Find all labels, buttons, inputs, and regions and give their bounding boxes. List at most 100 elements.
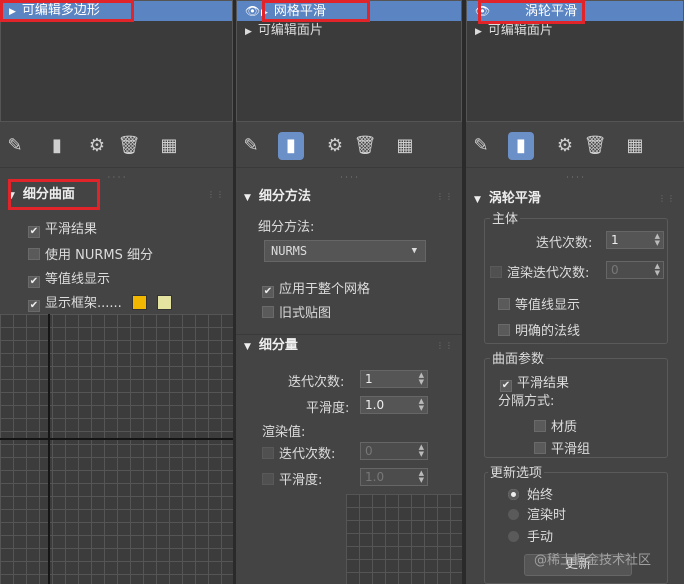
checkbox-icon bbox=[262, 447, 274, 459]
highlight-box bbox=[0, 0, 134, 22]
smoothness-spinner[interactable]: 1.0 ▲ ▼ bbox=[360, 396, 428, 414]
render-iterations-checkbox[interactable]: 渲染迭代次数: bbox=[490, 262, 589, 281]
divider-dots: · · · · bbox=[340, 173, 358, 182]
material-checkbox[interactable]: 材质 bbox=[534, 416, 577, 435]
render-iterations-checkbox[interactable]: 迭代次数: bbox=[262, 443, 335, 462]
group-surface-label: 曲面参数 bbox=[490, 348, 547, 367]
viewport-grid[interactable] bbox=[346, 494, 462, 584]
isoline-checkbox[interactable]: ✔ 等值线显示 bbox=[28, 268, 110, 288]
make-unique-icon[interactable]: ⚙ bbox=[84, 132, 110, 160]
spinner-arrows-icon[interactable]: ▲ ▼ bbox=[419, 372, 424, 386]
rollout-subdivision-amount: ▼ 细分量 ⋮⋮ 迭代次数: 1 ▲ ▼ 平滑度: 1.0 ▲ ▼ 渲染值: 迭代次数: … bbox=[236, 334, 462, 494]
iterations-spinner[interactable]: 1 ▲ ▼ bbox=[360, 370, 428, 388]
highlight-box bbox=[478, 0, 585, 24]
watermark: @稀土掘金技术社区 bbox=[534, 553, 652, 568]
isoline-checkbox[interactable]: 等值线显示 bbox=[498, 294, 580, 313]
smooth-result-checkbox[interactable]: ✔ 平滑结果 bbox=[28, 218, 97, 238]
checkbox-icon bbox=[534, 420, 546, 432]
stack-item-editable-patch[interactable]: ▶ 可编辑面片 bbox=[467, 21, 683, 41]
cage-color-swatch-1[interactable] bbox=[131, 295, 147, 310]
pin-icon[interactable]: ✎ bbox=[238, 132, 264, 160]
grip-icon[interactable]: ⋮⋮ bbox=[207, 190, 225, 199]
checkbox-icon bbox=[28, 248, 40, 260]
make-unique-icon[interactable]: ⚙ bbox=[322, 132, 348, 160]
old-style-mapping-checkbox[interactable]: 旧式贴图 bbox=[262, 302, 331, 321]
rollout-header[interactable]: ▼ 涡轮平滑 bbox=[466, 188, 684, 210]
checkbox-icon bbox=[498, 324, 510, 336]
rollout-header[interactable]: ▼ 细分方法 bbox=[236, 186, 462, 208]
configure-icon[interactable]: ▦ bbox=[622, 132, 648, 160]
show-cage-checkbox[interactable]: ✔ 显示框架...... bbox=[28, 292, 173, 312]
chevron-down-icon: ▼ bbox=[411, 246, 417, 256]
delete-icon[interactable]: 🗑 bbox=[582, 132, 608, 160]
grip-icon[interactable]: ⋮⋮ bbox=[658, 194, 676, 203]
divider-dots: · · · · bbox=[566, 173, 584, 182]
smoothing-group-checkbox[interactable]: 平滑组 bbox=[534, 438, 590, 457]
panel-turbosmooth: 👁 涡轮平滑 ▶ 可编辑面片 ✎ ▮ ⚙ 🗑 ▦ · · · · ▼ 涡轮平滑 ⋮⋮ … bbox=[466, 0, 684, 584]
panel-editable-poly: ▶ 可编辑多边形 ✎ ▮ ⚙ 🗑 ▦ · · · · ▼ 细分曲面 ⋮⋮ ✔ 平滑结果… bbox=[0, 0, 233, 584]
expand-triangle-icon[interactable]: ▶ bbox=[475, 22, 482, 42]
iterations-label: 迭代次数: bbox=[288, 375, 345, 390]
checkbox-icon bbox=[262, 473, 274, 485]
smooth-result-checkbox[interactable]: ✔ 平滑结果 bbox=[500, 372, 569, 392]
apply-whole-mesh-checkbox[interactable]: ✔ 应用于整个网格 bbox=[262, 278, 370, 298]
render-iterations-spinner[interactable]: 0 ▲ ▼ bbox=[360, 442, 428, 460]
rollout-subdivision-method: ▼ 细分方法 ⋮⋮ 细分方法: NURMS ▼ ✔ 应用于整个网格 旧式贴图 bbox=[236, 186, 462, 332]
always-radio[interactable]: 始终 bbox=[508, 484, 553, 503]
spinner-arrows-icon[interactable]: ▲ ▼ bbox=[419, 444, 424, 458]
delete-icon[interactable]: 🗑 bbox=[116, 132, 142, 160]
when-rendering-radio[interactable]: 渲染时 bbox=[508, 504, 566, 523]
configure-icon[interactable]: ▦ bbox=[156, 132, 182, 160]
spinner-arrows-icon[interactable]: ▲ ▼ bbox=[419, 470, 424, 484]
show-end-result-icon[interactable]: ▮ bbox=[278, 132, 304, 160]
render-smoothness-spinner[interactable]: 1.0 ▲ ▼ bbox=[360, 468, 428, 486]
checkbox-icon bbox=[534, 442, 546, 454]
render-values-label: 渲染值: bbox=[262, 425, 306, 440]
spinner-arrows-icon[interactable]: ▲ ▼ bbox=[655, 263, 660, 277]
nurms-checkbox[interactable]: 使用 NURMS 细分 bbox=[28, 244, 153, 263]
configure-icon[interactable]: ▦ bbox=[392, 132, 418, 160]
render-smoothness-checkbox[interactable]: 平滑度: bbox=[262, 469, 322, 488]
stack-item-editable-patch[interactable]: ▶ 可编辑面片 bbox=[237, 21, 461, 41]
checkbox-icon bbox=[262, 306, 274, 318]
render-iterations-spinner[interactable]: 0 ▲ ▼ bbox=[606, 261, 664, 279]
iterations-label: 迭代次数: bbox=[536, 236, 593, 251]
spinner-arrows-icon[interactable]: ▲ ▼ bbox=[655, 233, 660, 247]
pin-icon[interactable]: ✎ bbox=[468, 132, 494, 160]
manually-radio[interactable]: 手动 bbox=[508, 526, 553, 545]
stack-toolbar: ✎ ▮ ⚙ 🗑 ▦ bbox=[466, 124, 684, 168]
check-icon: ✔ bbox=[28, 226, 40, 238]
radio-icon bbox=[508, 531, 519, 542]
checkbox-icon bbox=[490, 266, 502, 278]
check-icon: ✔ bbox=[28, 300, 40, 312]
make-unique-icon[interactable]: ⚙ bbox=[552, 132, 578, 160]
show-end-result-icon[interactable]: ▮ bbox=[44, 132, 70, 160]
cage-color-swatch-2[interactable] bbox=[157, 295, 173, 310]
grid-axis-horizontal bbox=[0, 438, 233, 440]
grip-icon[interactable]: ⋮⋮ bbox=[436, 341, 454, 350]
stack-toolbar: ✎ ▮ ⚙ 🗑 ▦ bbox=[0, 124, 233, 168]
smoothness-label: 平滑度: bbox=[306, 401, 350, 416]
pin-icon[interactable]: ✎ bbox=[2, 132, 28, 160]
group-update-label: 更新选项 bbox=[488, 462, 545, 481]
separate-by-label: 分隔方式: bbox=[498, 394, 555, 409]
highlight-box bbox=[8, 179, 100, 210]
panel-meshsmooth: 👁▶ 网格平滑 ▶ 可编辑面片 ✎ ▮ ⚙ 🗑 ▦ · · · · ▼ 细分方法 ⋮⋮… bbox=[236, 0, 462, 584]
delete-icon[interactable]: 🗑 bbox=[352, 132, 378, 160]
highlight-box bbox=[262, 0, 370, 22]
method-label: 细分方法: bbox=[258, 220, 315, 235]
eye-icon[interactable]: 👁 bbox=[245, 1, 261, 21]
grip-icon[interactable]: ⋮⋮ bbox=[436, 192, 454, 201]
rollout-header[interactable]: ▼ 细分量 bbox=[236, 335, 462, 357]
expand-triangle-icon[interactable]: ▶ bbox=[245, 22, 252, 42]
explicit-normals-checkbox[interactable]: 明确的法线 bbox=[498, 320, 580, 339]
method-dropdown[interactable]: NURMS ▼ bbox=[264, 240, 426, 262]
check-icon: ✔ bbox=[262, 286, 274, 298]
show-end-result-icon[interactable]: ▮ bbox=[508, 132, 534, 160]
radio-icon bbox=[508, 489, 519, 500]
radio-icon bbox=[508, 509, 519, 520]
iterations-spinner[interactable]: 1 ▲ ▼ bbox=[606, 231, 664, 249]
viewport-grid[interactable] bbox=[0, 314, 233, 584]
spinner-arrows-icon[interactable]: ▲ ▼ bbox=[419, 398, 424, 412]
checkbox-icon bbox=[498, 298, 510, 310]
